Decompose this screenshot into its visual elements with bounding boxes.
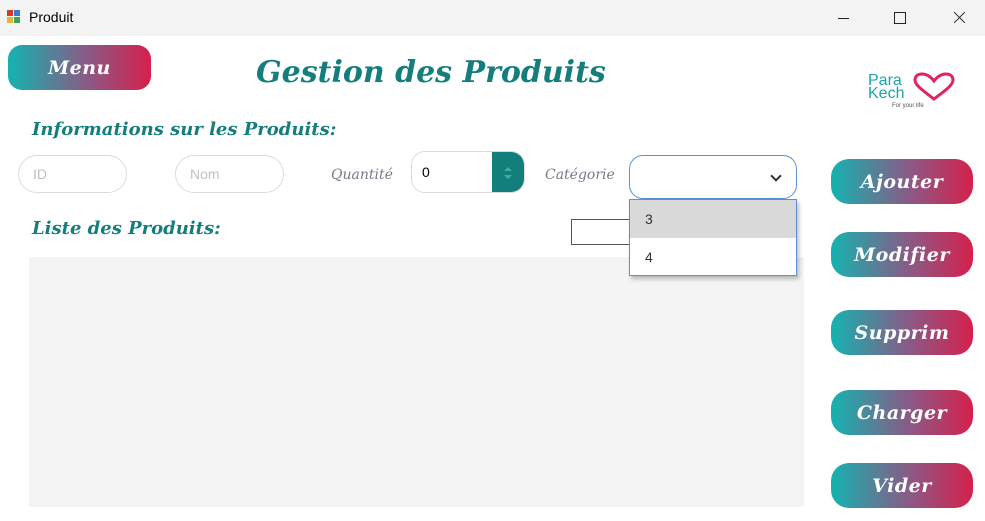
categorie-label: Catégorie: [545, 167, 615, 183]
modifier-button[interactable]: Modifier: [831, 232, 973, 277]
quantite-value: 0: [422, 164, 430, 180]
nom-input[interactable]: [175, 155, 284, 193]
dropdown-option[interactable]: 4: [630, 238, 796, 276]
chevron-down-icon[interactable]: [770, 170, 782, 182]
dropdown-option[interactable]: 3: [630, 200, 796, 238]
close-button[interactable]: [929, 0, 985, 36]
search-input[interactable]: [571, 219, 631, 245]
logo: Para Kech For your life: [866, 70, 961, 114]
stepper-up-icon[interactable]: [504, 167, 512, 171]
logo-tagline: For your life: [892, 103, 924, 109]
window-titlebar: Produit: [0, 0, 985, 36]
categorie-combobox[interactable]: [629, 155, 797, 199]
stepper-down-icon[interactable]: [504, 175, 512, 179]
window-title: Produit: [29, 9, 74, 25]
menu-button[interactable]: Menu: [8, 45, 151, 90]
quantite-stepper[interactable]: 0: [411, 151, 525, 193]
id-input[interactable]: [18, 155, 127, 193]
logo-line2: Kech: [868, 85, 905, 102]
products-datagrid[interactable]: [29, 257, 804, 507]
categorie-dropdown-list[interactable]: 3 4: [629, 199, 797, 276]
vider-button[interactable]: Vider: [831, 463, 973, 508]
page-title: Gestion des Produits: [256, 55, 606, 90]
heart-icon: [913, 72, 955, 101]
maximize-button[interactable]: [871, 0, 929, 36]
supprimer-button[interactable]: Supprim: [831, 310, 973, 355]
ajouter-button[interactable]: Ajouter: [831, 159, 973, 204]
charger-button[interactable]: Charger: [831, 390, 973, 435]
form-section-title: Informations sur les Produits:: [32, 119, 337, 140]
quantite-label: Quantité: [331, 167, 393, 183]
stepper-spin-buttons[interactable]: [492, 152, 524, 192]
app-icon: [7, 10, 21, 24]
minimize-button[interactable]: [814, 0, 872, 36]
list-section-title: Liste des Produits:: [32, 218, 221, 239]
